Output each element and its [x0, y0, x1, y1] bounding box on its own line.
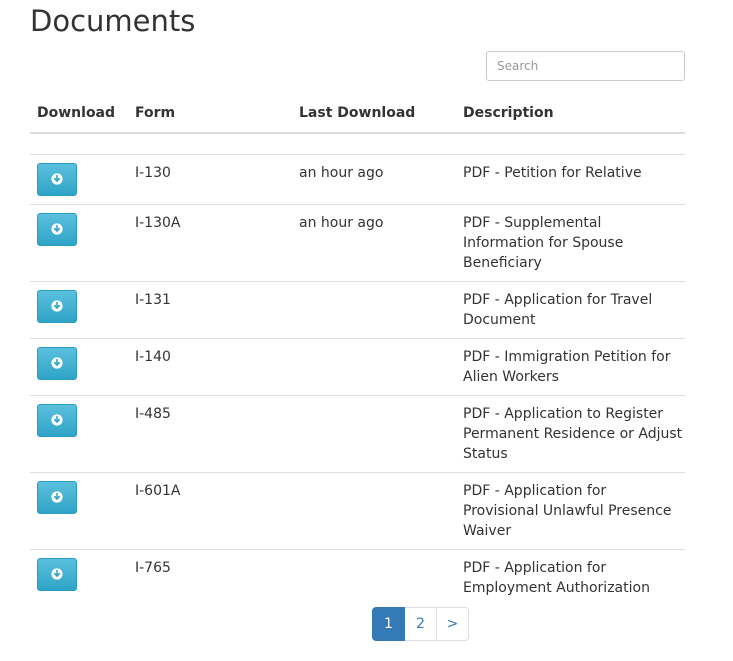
- cell-description: PDF - Application to Register Permanent …: [456, 395, 685, 473]
- download-cell: [30, 550, 128, 607]
- download-circle-icon: [51, 357, 63, 369]
- cell-description: PDF - Application for Employment Authori…: [463, 560, 650, 596]
- download-cell: [30, 204, 128, 282]
- cell-last-download: [292, 281, 456, 339]
- download-cell: [30, 472, 128, 550]
- cell-form: I-140: [128, 338, 292, 396]
- cell-description: PDF - Application for Travel Document: [456, 281, 685, 339]
- cell-form: I-601A: [128, 472, 292, 550]
- download-cell: [30, 338, 128, 396]
- cell-last-download: [292, 472, 456, 550]
- download-circle-icon: [51, 223, 63, 235]
- cell-description: PDF - Immigration Petition for Alien Wor…: [456, 338, 685, 396]
- download-button[interactable]: [37, 213, 77, 246]
- cell-form: I-131: [128, 281, 292, 339]
- download-button[interactable]: [37, 290, 77, 323]
- table-row: I-130A an hour ago PDF - Supplemental Info…: [30, 204, 685, 282]
- download-circle-icon: [51, 173, 63, 185]
- cell-form: I-130A: [128, 204, 292, 282]
- download-circle-icon: [51, 568, 63, 580]
- cell-form: I-765: [135, 560, 171, 576]
- next-page-button[interactable]: >: [436, 607, 469, 641]
- column-header-last-download[interactable]: Last Download: [292, 94, 456, 134]
- cell-description: PDF - Petition for Relative: [456, 154, 685, 205]
- table-row: I-131 PDF - Application for Travel Docume…: [30, 281, 685, 339]
- table-spacer-row: [30, 133, 685, 155]
- download-button[interactable]: [37, 404, 77, 437]
- table-row: I-130 an hour ago PDF - Petition for Relat…: [30, 154, 685, 205]
- table-row: I-765 PDF - Application for Employment Au…: [30, 550, 685, 607]
- pagination: 1 2 >: [372, 607, 469, 641]
- cell-description: PDF - Application for Provisional Unlawf…: [456, 472, 685, 550]
- download-button[interactable]: [37, 558, 77, 591]
- download-circle-icon: [51, 414, 63, 426]
- download-button[interactable]: [37, 481, 77, 514]
- documents-table: Download Form Last Download Description …: [30, 94, 685, 606]
- cell-form: I-485: [128, 395, 292, 473]
- table-row: I-485 PDF - Application to Register Perma…: [30, 395, 685, 473]
- table-header-row: Download Form Last Download Description: [30, 94, 685, 134]
- cell-last-download: [292, 395, 456, 473]
- table-row: I-601A PDF - Application for Provisional …: [30, 472, 685, 550]
- download-cell: [30, 281, 128, 339]
- cell-description: PDF - Supplemental Information for Spous…: [456, 204, 685, 282]
- download-circle-icon: [51, 300, 63, 312]
- download-cell: [30, 154, 128, 205]
- cell-last-download: an hour ago: [292, 154, 456, 205]
- cell-last-download: [292, 550, 456, 607]
- download-button[interactable]: [37, 163, 77, 196]
- table-row: I-140 PDF - Immigration Petition for Alie…: [30, 338, 685, 396]
- column-header-form[interactable]: Form: [128, 94, 292, 134]
- column-header-download[interactable]: Download: [30, 94, 128, 134]
- column-header-description[interactable]: Description: [456, 94, 685, 134]
- download-cell: [30, 395, 128, 473]
- page-2-button[interactable]: 2: [404, 607, 437, 641]
- download-circle-icon: [51, 491, 63, 503]
- download-button[interactable]: [37, 347, 77, 380]
- cell-last-download: [292, 338, 456, 396]
- page-title: Documents: [30, 4, 196, 38]
- search-input[interactable]: [486, 51, 685, 81]
- cell-last-download: an hour ago: [292, 204, 456, 282]
- page-1-button[interactable]: 1: [372, 607, 405, 641]
- table-body: I-130 an hour ago PDF - Petition for Relat…: [30, 133, 685, 606]
- cell-form: I-130: [128, 154, 292, 205]
